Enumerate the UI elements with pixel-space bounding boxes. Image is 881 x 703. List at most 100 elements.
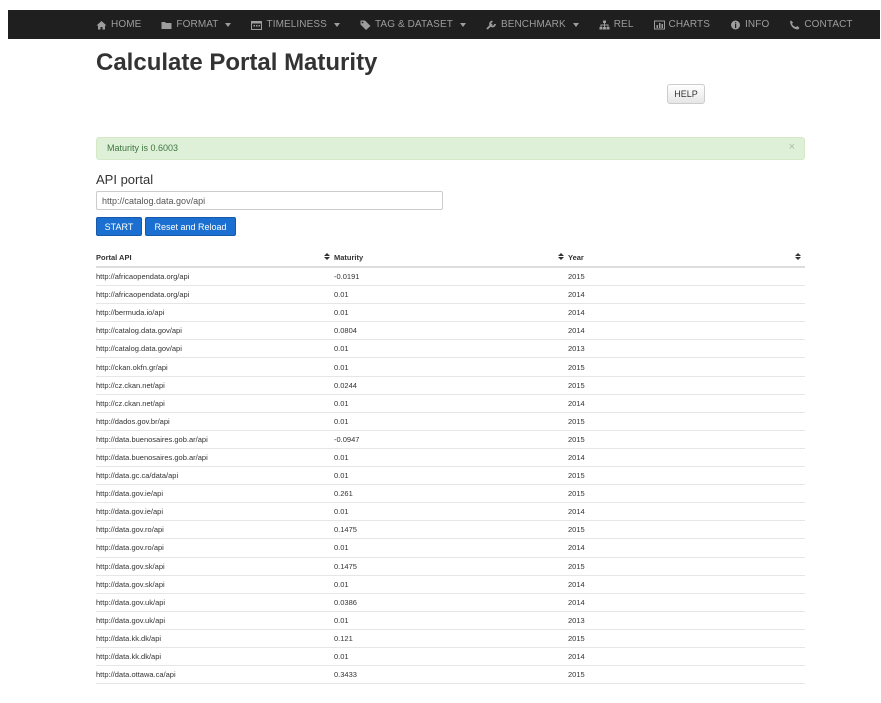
sort-icon <box>558 253 564 262</box>
cell-year: 2014 <box>568 579 585 589</box>
api-portal-input[interactable] <box>96 191 443 210</box>
caret-down-icon <box>333 23 340 27</box>
cell-year: 2015 <box>568 633 585 643</box>
cell-maturity: 0.261 <box>334 489 353 499</box>
cell-portal-api: http://africaopendata.org/api <box>96 272 190 282</box>
phone-icon <box>789 20 800 30</box>
table-row: http://cz.ckan.net/api 0.0244 2015 <box>96 377 805 395</box>
reset-reload-button[interactable]: Reset and Reload <box>145 217 236 236</box>
cell-year: 2015 <box>568 434 585 444</box>
table-row: http://data.gov.sk/api 0.01 2014 <box>96 576 805 594</box>
cell-year: 2014 <box>568 308 585 318</box>
nav-item-label: CHARTS <box>668 19 711 30</box>
table-row: http://data.gc.ca/data/api 0.01 2015 <box>96 467 805 486</box>
nav-item-charts[interactable]: CHARTS <box>653 19 711 30</box>
nav-item-label: TIMELINESS <box>266 19 327 30</box>
nav-item-benchmark[interactable]: BENCHMARK <box>486 19 579 30</box>
nav-item-label: REL <box>613 19 634 30</box>
table-row: http://data.gov.ro/api 0.01 2014 <box>96 539 805 558</box>
cell-portal-api: http://data.gov.ro/api <box>96 543 164 553</box>
table-row: http://data.gov.ie/api 0.01 2014 <box>96 503 805 522</box>
table-row: http://bermuda.io/api 0.01 2014 <box>96 304 805 323</box>
cell-maturity: 0.0244 <box>334 380 357 390</box>
cell-maturity: 0.0386 <box>334 597 357 607</box>
cell-portal-api: http://data.kk.dk/api <box>96 652 162 662</box>
table-row: http://data.kk.dk/api 0.01 2014 <box>96 648 805 667</box>
cell-year: 2013 <box>568 344 585 354</box>
cell-year: 2015 <box>568 362 585 372</box>
cell-year: 2015 <box>568 380 585 390</box>
nav-item-contact[interactable]: CONTACT <box>789 19 853 30</box>
table-row: http://data.kk.dk/api 0.121 2015 <box>96 630 805 648</box>
caret-down-icon <box>572 23 579 27</box>
cell-portal-api: http://data.gov.uk/api <box>96 597 166 607</box>
nav-item-timeliness[interactable]: TIMELINESS <box>251 19 340 30</box>
maturity-table: Portal API Maturity Year http://africaop… <box>96 249 805 685</box>
top-navbar: HOME FORMAT TIMELINESS TAG & DATASET BENCHMA… <box>8 10 880 39</box>
help-button[interactable]: HELP <box>667 84 705 104</box>
nav-item-label: BENCHMARK <box>500 19 566 30</box>
table-row: http://africaopendata.org/api 0.01 2014 <box>96 286 805 305</box>
sort-icon <box>324 253 330 262</box>
cell-portal-api: http://data.gov.sk/api <box>96 579 165 589</box>
table-row: http://catalog.data.gov/api 0.0804 2014 <box>96 322 805 341</box>
cell-maturity: 0.1475 <box>334 525 357 535</box>
cell-maturity: -0.0947 <box>334 434 360 444</box>
cell-year: 2015 <box>568 471 585 481</box>
table-header: Portal API Maturity Year <box>96 249 805 268</box>
cell-maturity: 0.01 <box>334 452 349 462</box>
cell-maturity: 0.01 <box>334 362 349 372</box>
table-row: http://africaopendata.org/api -0.0191 2015 <box>96 268 805 287</box>
cell-portal-api: http://catalog.data.gov/api <box>96 326 182 336</box>
cell-portal-api: http://bermuda.io/api <box>96 308 165 318</box>
wrench-icon <box>486 20 497 30</box>
close-icon[interactable]: × <box>789 141 795 153</box>
cell-year: 2014 <box>568 597 585 607</box>
column-header-year[interactable]: Year <box>568 249 805 266</box>
cell-portal-api: http://data.kk.dk/api <box>96 633 162 643</box>
cell-portal-api: http://catalog.data.gov/api <box>96 344 182 354</box>
column-label: Year <box>568 253 584 262</box>
nav-item-home[interactable]: HOME <box>96 19 141 30</box>
cell-maturity: 0.1475 <box>334 561 357 571</box>
cell-year: 2015 <box>568 272 585 282</box>
caret-down-icon <box>225 23 232 27</box>
cell-maturity: 0.01 <box>334 344 349 354</box>
table-row: http://data.ottawa.ca/api 0.3433 2015 <box>96 666 805 685</box>
cell-year: 2014 <box>568 652 585 662</box>
caret-down-icon <box>459 23 466 27</box>
cell-portal-api: http://data.buenosaires.gob.ar/api <box>96 434 208 444</box>
cell-portal-api: http://data.gc.ca/data/api <box>96 471 179 481</box>
column-header-portal-api[interactable]: Portal API <box>96 249 334 266</box>
cell-year: 2014 <box>568 452 585 462</box>
home-icon <box>96 20 107 30</box>
nav-item-label: FORMAT <box>176 19 219 30</box>
cell-maturity: 0.121 <box>334 633 353 643</box>
cell-maturity: 0.01 <box>334 290 349 300</box>
cell-maturity: 0.01 <box>334 579 349 589</box>
table-row: http://catalog.data.gov/api 0.01 2013 <box>96 340 805 359</box>
column-header-maturity[interactable]: Maturity <box>334 249 568 266</box>
table-row: http://data.buenosaires.gob.ar/api 0.01 20… <box>96 449 805 468</box>
cell-year: 2014 <box>568 290 585 300</box>
cell-year: 2015 <box>568 489 585 499</box>
cell-year: 2015 <box>568 416 585 426</box>
nav-item-tag-dataset[interactable]: TAG & DATASET <box>360 19 466 30</box>
calendar-icon <box>251 20 263 30</box>
cell-portal-api: http://data.gov.ie/api <box>96 507 163 517</box>
nav-item-info[interactable]: INFO <box>730 19 769 30</box>
cell-portal-api: http://data.gov.sk/api <box>96 561 165 571</box>
table-row: http://data.buenosaires.gob.ar/api -0.094… <box>96 431 805 449</box>
api-portal-label: API portal <box>96 172 154 187</box>
cell-maturity: 0.01 <box>334 543 349 553</box>
folder-icon <box>161 20 172 30</box>
nav-item-format[interactable]: FORMAT <box>161 19 232 30</box>
nav-item-rel[interactable]: REL <box>599 19 634 30</box>
start-button[interactable]: START <box>96 217 142 236</box>
cell-year: 2014 <box>568 398 585 408</box>
cell-portal-api: http://cz.ckan.net/api <box>96 380 165 390</box>
cell-year: 2014 <box>568 507 585 517</box>
table-row: http://cz.ckan.net/api 0.01 2014 <box>96 395 805 413</box>
tag-icon <box>360 20 371 30</box>
cell-maturity: 0.01 <box>334 471 349 481</box>
